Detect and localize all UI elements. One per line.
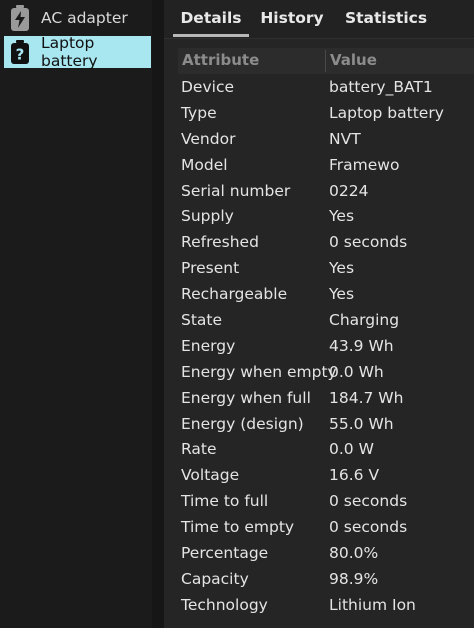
table-row[interactable]: Energy when full 184.7 Wh [178, 385, 474, 411]
attribute-cell: Supply [181, 207, 234, 226]
attribute-cell: Time to full [181, 492, 269, 511]
details-pane: Details History Statistics Attribute Val… [164, 0, 474, 628]
table-body: Device battery_BAT1 Type Laptop battery Vend… [178, 74, 474, 618]
table-row[interactable]: Model Framewo [178, 152, 474, 178]
value-cell: 43.9 Wh [329, 336, 394, 355]
value-cell: Yes [329, 207, 355, 226]
details-table: Attribute Value Device battery_BAT1 Type La… [178, 48, 474, 618]
column-separator[interactable] [325, 50, 326, 72]
value-cell: 0 seconds [329, 233, 408, 252]
value-cell: 16.6 V [329, 466, 380, 485]
table-row[interactable]: Time to full 0 seconds [178, 488, 474, 514]
value-cell: Framewo [329, 155, 400, 174]
tab-details[interactable]: Details [173, 0, 249, 37]
attribute-cell: Capacity [181, 569, 249, 588]
value-cell: Yes [329, 285, 355, 304]
question-icon: ? [10, 40, 30, 64]
attribute-cell: Refreshed [181, 233, 259, 252]
value-cell: 55.0 Wh [329, 414, 394, 433]
attribute-cell: Serial number [181, 181, 291, 200]
bolt-icon [10, 5, 30, 31]
value-cell: Yes [329, 259, 355, 278]
attribute-cell: Energy [181, 336, 236, 355]
attribute-cell: State [181, 311, 223, 330]
attribute-cell: Energy when empty [181, 362, 337, 381]
table-row[interactable]: Percentage 80.0% [178, 540, 474, 566]
value-cell: 80.0% [329, 544, 379, 563]
value-cell: 0 seconds [329, 492, 408, 511]
attribute-cell: Device [181, 78, 235, 96]
attribute-cell: Percentage [181, 544, 269, 563]
attribute-cell: Vendor [181, 129, 236, 148]
table-row[interactable]: Vendor NVT [178, 126, 474, 152]
value-cell: NVT [329, 129, 361, 148]
attribute-cell: Energy (design) [181, 414, 304, 433]
attribute-cell: Time to empty [181, 518, 295, 537]
table-row[interactable]: Serial number 0224 [178, 178, 474, 204]
sidebar-item-ac-adapter[interactable]: AC adapter [4, 2, 151, 34]
value-cell: 0.0 Wh [329, 362, 384, 381]
value-cell: Laptop battery [329, 103, 444, 122]
table-row[interactable]: Rate 0.0 W [178, 436, 474, 462]
tab-statistics[interactable]: Statistics [340, 0, 432, 36]
pane-divider[interactable] [152, 0, 164, 628]
value-cell: 0.0 W [329, 440, 374, 459]
attribute-cell: Energy when full [181, 388, 311, 407]
table-header: Attribute Value [178, 48, 474, 74]
attribute-cell: Rechargeable [181, 285, 288, 304]
column-header-value[interactable]: Value [330, 51, 377, 69]
attribute-cell: Model [181, 155, 228, 174]
device-sidebar: AC adapter ? Laptop battery [0, 0, 152, 628]
tab-history[interactable]: History [256, 0, 328, 36]
table-row[interactable]: Energy 43.9 Wh [178, 333, 474, 359]
attribute-cell: Present [181, 259, 240, 278]
column-header-attribute[interactable]: Attribute [182, 51, 259, 69]
table-row[interactable]: Type Laptop battery [178, 100, 474, 126]
table-row[interactable]: Supply Yes [178, 203, 474, 229]
svg-text:?: ? [16, 46, 25, 64]
tab-history-label: History [260, 9, 324, 27]
attribute-cell: Technology [181, 595, 268, 614]
table-row[interactable]: Device battery_BAT1 [178, 74, 474, 100]
attribute-cell: Rate [181, 440, 217, 459]
value-cell: battery_BAT1 [329, 78, 433, 96]
table-row[interactable]: Energy (design) 55.0 Wh [178, 411, 474, 437]
value-cell: 98.9% [329, 569, 379, 588]
tab-bar: Details History Statistics [164, 0, 474, 39]
table-row[interactable]: Time to empty 0 seconds [178, 514, 474, 540]
power-statistics-window: AC adapter ? Laptop battery Details Hist… [0, 0, 474, 628]
table-row[interactable]: Refreshed 0 seconds [178, 229, 474, 255]
table-row[interactable]: Present Yes [178, 255, 474, 281]
value-cell: 0224 [329, 181, 369, 200]
value-cell: Lithium Ion [329, 595, 416, 614]
table-row[interactable]: State Charging [178, 307, 474, 333]
table-row[interactable]: Energy when empty 0.0 Wh [178, 359, 474, 385]
tab-details-label: Details [180, 9, 242, 27]
attribute-cell: Voltage [181, 466, 240, 485]
table-row[interactable]: Voltage 16.6 V [178, 462, 474, 488]
table-row[interactable]: Rechargeable Yes [178, 281, 474, 307]
sidebar-item-label: Laptop battery [41, 34, 98, 70]
table-row[interactable]: Technology Lithium Ion [178, 592, 474, 618]
value-cell: 184.7 Wh [329, 388, 404, 407]
table-row[interactable]: Capacity 98.9% [178, 566, 474, 592]
value-cell: 0 seconds [329, 518, 408, 537]
sidebar-item-label: AC adapter [41, 9, 128, 27]
value-cell: Charging [329, 311, 400, 330]
tab-statistics-label: Statistics [344, 9, 428, 27]
attribute-cell: Type [181, 103, 217, 122]
sidebar-item-laptop-battery[interactable]: ? Laptop battery [4, 34, 151, 70]
